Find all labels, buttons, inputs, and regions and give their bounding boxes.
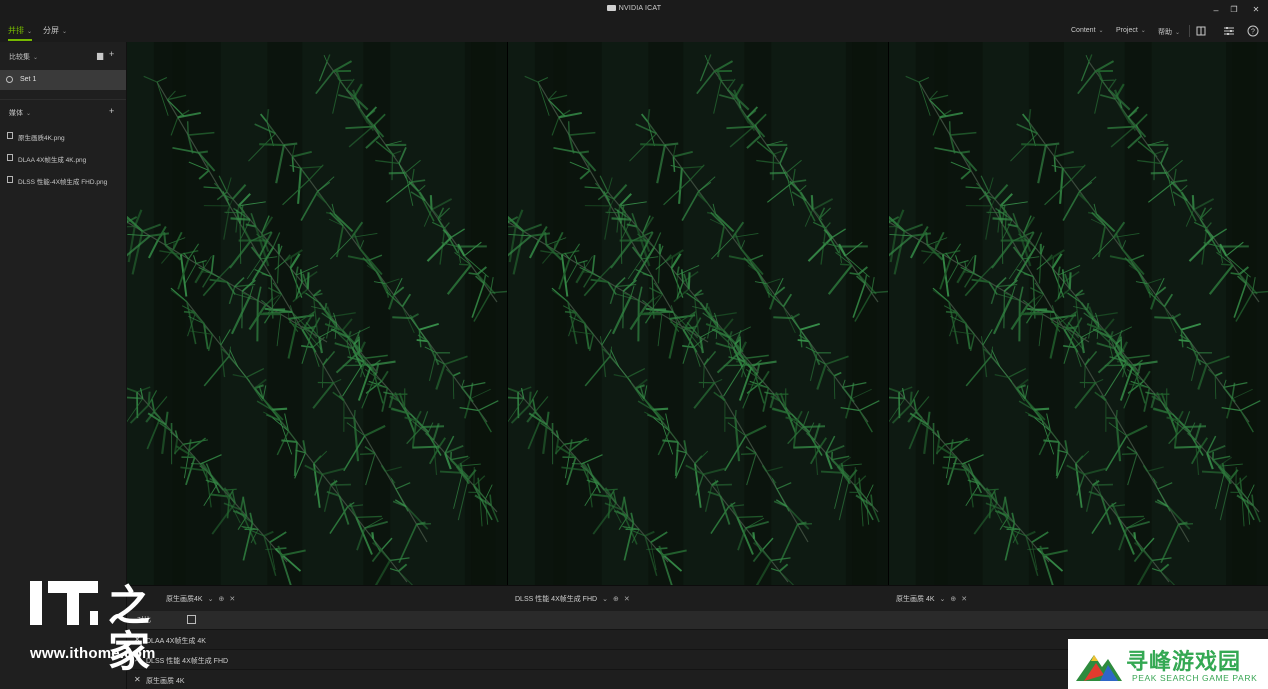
close-icon[interactable]: ✕ <box>229 596 235 603</box>
menu-bar: 并排 ⌄ 分屏 ⌄ Content ⌄ Project ⌄ 帮助 ⌄ ? <box>0 20 1268 42</box>
sliders-icon[interactable] <box>1223 25 1235 37</box>
project-menu[interactable]: Project ⌄ <box>1116 27 1146 34</box>
nvidia-logo-icon <box>606 5 616 11</box>
chevron-down-icon: ⌄ <box>939 596 946 603</box>
set-icon <box>6 76 13 83</box>
viewer-pane-2[interactable] <box>508 42 888 585</box>
svg-text:?: ? <box>1251 29 1255 36</box>
tab-split-screen[interactable]: 分屏 ⌄ <box>43 25 67 36</box>
close-icon[interactable]: ✕ <box>624 596 630 603</box>
pane-label-2[interactable]: DLSS 性能 4X帧生成 FHD ⌄ ⊕ ✕ <box>515 594 630 604</box>
add-media-icon[interactable]: + <box>109 106 114 116</box>
ithome-url: www.ithome.com <box>30 645 156 662</box>
chevron-down-icon: ⌄ <box>62 29 68 35</box>
foliage-image <box>127 42 507 585</box>
chevron-down-icon: ⌄ <box>1140 28 1146 34</box>
image-file-icon <box>7 132 13 139</box>
layout-icon[interactable] <box>1196 25 1208 37</box>
peak-logo-text: 寻峰游戏园 <box>1126 650 1242 675</box>
comparison-viewer[interactable] <box>127 42 1268 585</box>
app-title: NVIDIA ICAT <box>0 5 1268 12</box>
add-set-icon[interactable]: + <box>109 49 114 59</box>
help-menu-label: 帮助 <box>1158 29 1172 36</box>
chevron-down-icon: ⌄ <box>1098 28 1104 34</box>
ithome-logo-icon <box>30 581 100 633</box>
folder-icon[interactable]: ▆ <box>97 51 103 60</box>
media-item-label: DLSS 性能-4X帧生成 FHD.png <box>18 179 108 186</box>
content-menu-label: Content <box>1071 27 1096 34</box>
project-menu-label: Project <box>1116 27 1138 34</box>
sync-icon[interactable]: ⊕ <box>613 596 619 603</box>
app-title-text: NVIDIA ICAT <box>618 5 662 12</box>
tab-side-by-side[interactable]: 并排 ⌄ <box>8 25 33 41</box>
sidebar-divider <box>0 99 126 100</box>
collections-header-label: 比较集 <box>9 54 30 61</box>
image-file-icon <box>7 154 13 161</box>
close-icon[interactable]: ✕ <box>961 596 967 603</box>
collections-header[interactable]: 比较集 ⌄ <box>9 52 38 62</box>
chevron-down-icon: ⌄ <box>27 29 33 35</box>
peak-search-watermark: 寻峰游戏园 PEAK SEARCH GAME PARK <box>1068 639 1268 689</box>
pane-label-strip: 原生画质4K ⌄ ⊕ ✕ DLSS 性能 4X帧生成 FHD ⌄ ⊕ ✕ 原生画质 4K ⌄ ⊕… <box>127 585 1268 611</box>
media-item[interactable]: 原生画质4K.png <box>0 126 126 146</box>
foliage-image <box>889 42 1268 585</box>
chevron-down-icon: ⌄ <box>33 55 39 61</box>
close-button[interactable]: ✕ <box>1250 4 1262 16</box>
chevron-down-icon: ⌄ <box>1175 30 1181 36</box>
media-item-label: 原生画质4K.png <box>18 135 65 142</box>
image-file-icon <box>7 176 13 183</box>
tab-side-by-side-label: 并排 <box>8 26 24 35</box>
title-bar: NVIDIA ICAT – ❐ ✕ <box>0 0 1268 20</box>
pane-label-3[interactable]: 原生画质 4K ⌄ ⊕ ✕ <box>896 594 967 604</box>
viewer-pane-1[interactable] <box>127 42 507 585</box>
help-circle-icon[interactable]: ? <box>1247 25 1259 37</box>
compare-toolbar: 对比 <box>127 611 1268 629</box>
ithome-watermark: 之家 www.ithome.com <box>0 575 180 689</box>
media-header[interactable]: 媒体 ⌄ <box>9 108 31 118</box>
foliage-image <box>508 42 888 585</box>
chevron-down-icon: ⌄ <box>26 111 32 117</box>
toolbar-divider <box>1189 25 1190 37</box>
peak-logo-subtext: PEAK SEARCH GAME PARK <box>1132 673 1258 683</box>
expand-icon[interactable] <box>187 615 196 624</box>
tab-split-screen-label: 分屏 <box>43 26 59 35</box>
viewer-pane-3[interactable] <box>889 42 1268 585</box>
pane-label-3-text: 原生画质 4K <box>896 596 935 603</box>
sidebar-item-set[interactable]: Set 1 <box>0 70 126 90</box>
help-menu[interactable]: 帮助 ⌄ <box>1158 27 1180 37</box>
media-item-label: DLAA 4X帧生成 4K.png <box>18 157 87 164</box>
content-menu[interactable]: Content ⌄ <box>1071 27 1104 34</box>
media-item[interactable]: DLSS 性能-4X帧生成 FHD.png <box>0 170 126 190</box>
media-item[interactable]: DLAA 4X帧生成 4K.png <box>0 148 126 168</box>
maximize-button[interactable]: ❐ <box>1228 4 1240 16</box>
chevron-down-icon: ⌄ <box>602 596 608 603</box>
media-header-label: 媒体 <box>9 110 23 117</box>
mountain-logo-icon <box>1076 655 1122 681</box>
sync-icon[interactable]: ⊕ <box>218 596 224 603</box>
chevron-down-icon: ⌄ <box>207 596 214 603</box>
pane-label-2-text: DLSS 性能 4X帧生成 FHD <box>515 596 598 603</box>
set-item-label: Set 1 <box>20 76 37 83</box>
sync-icon[interactable]: ⊕ <box>950 596 956 603</box>
minimize-button[interactable]: – <box>1210 4 1222 16</box>
